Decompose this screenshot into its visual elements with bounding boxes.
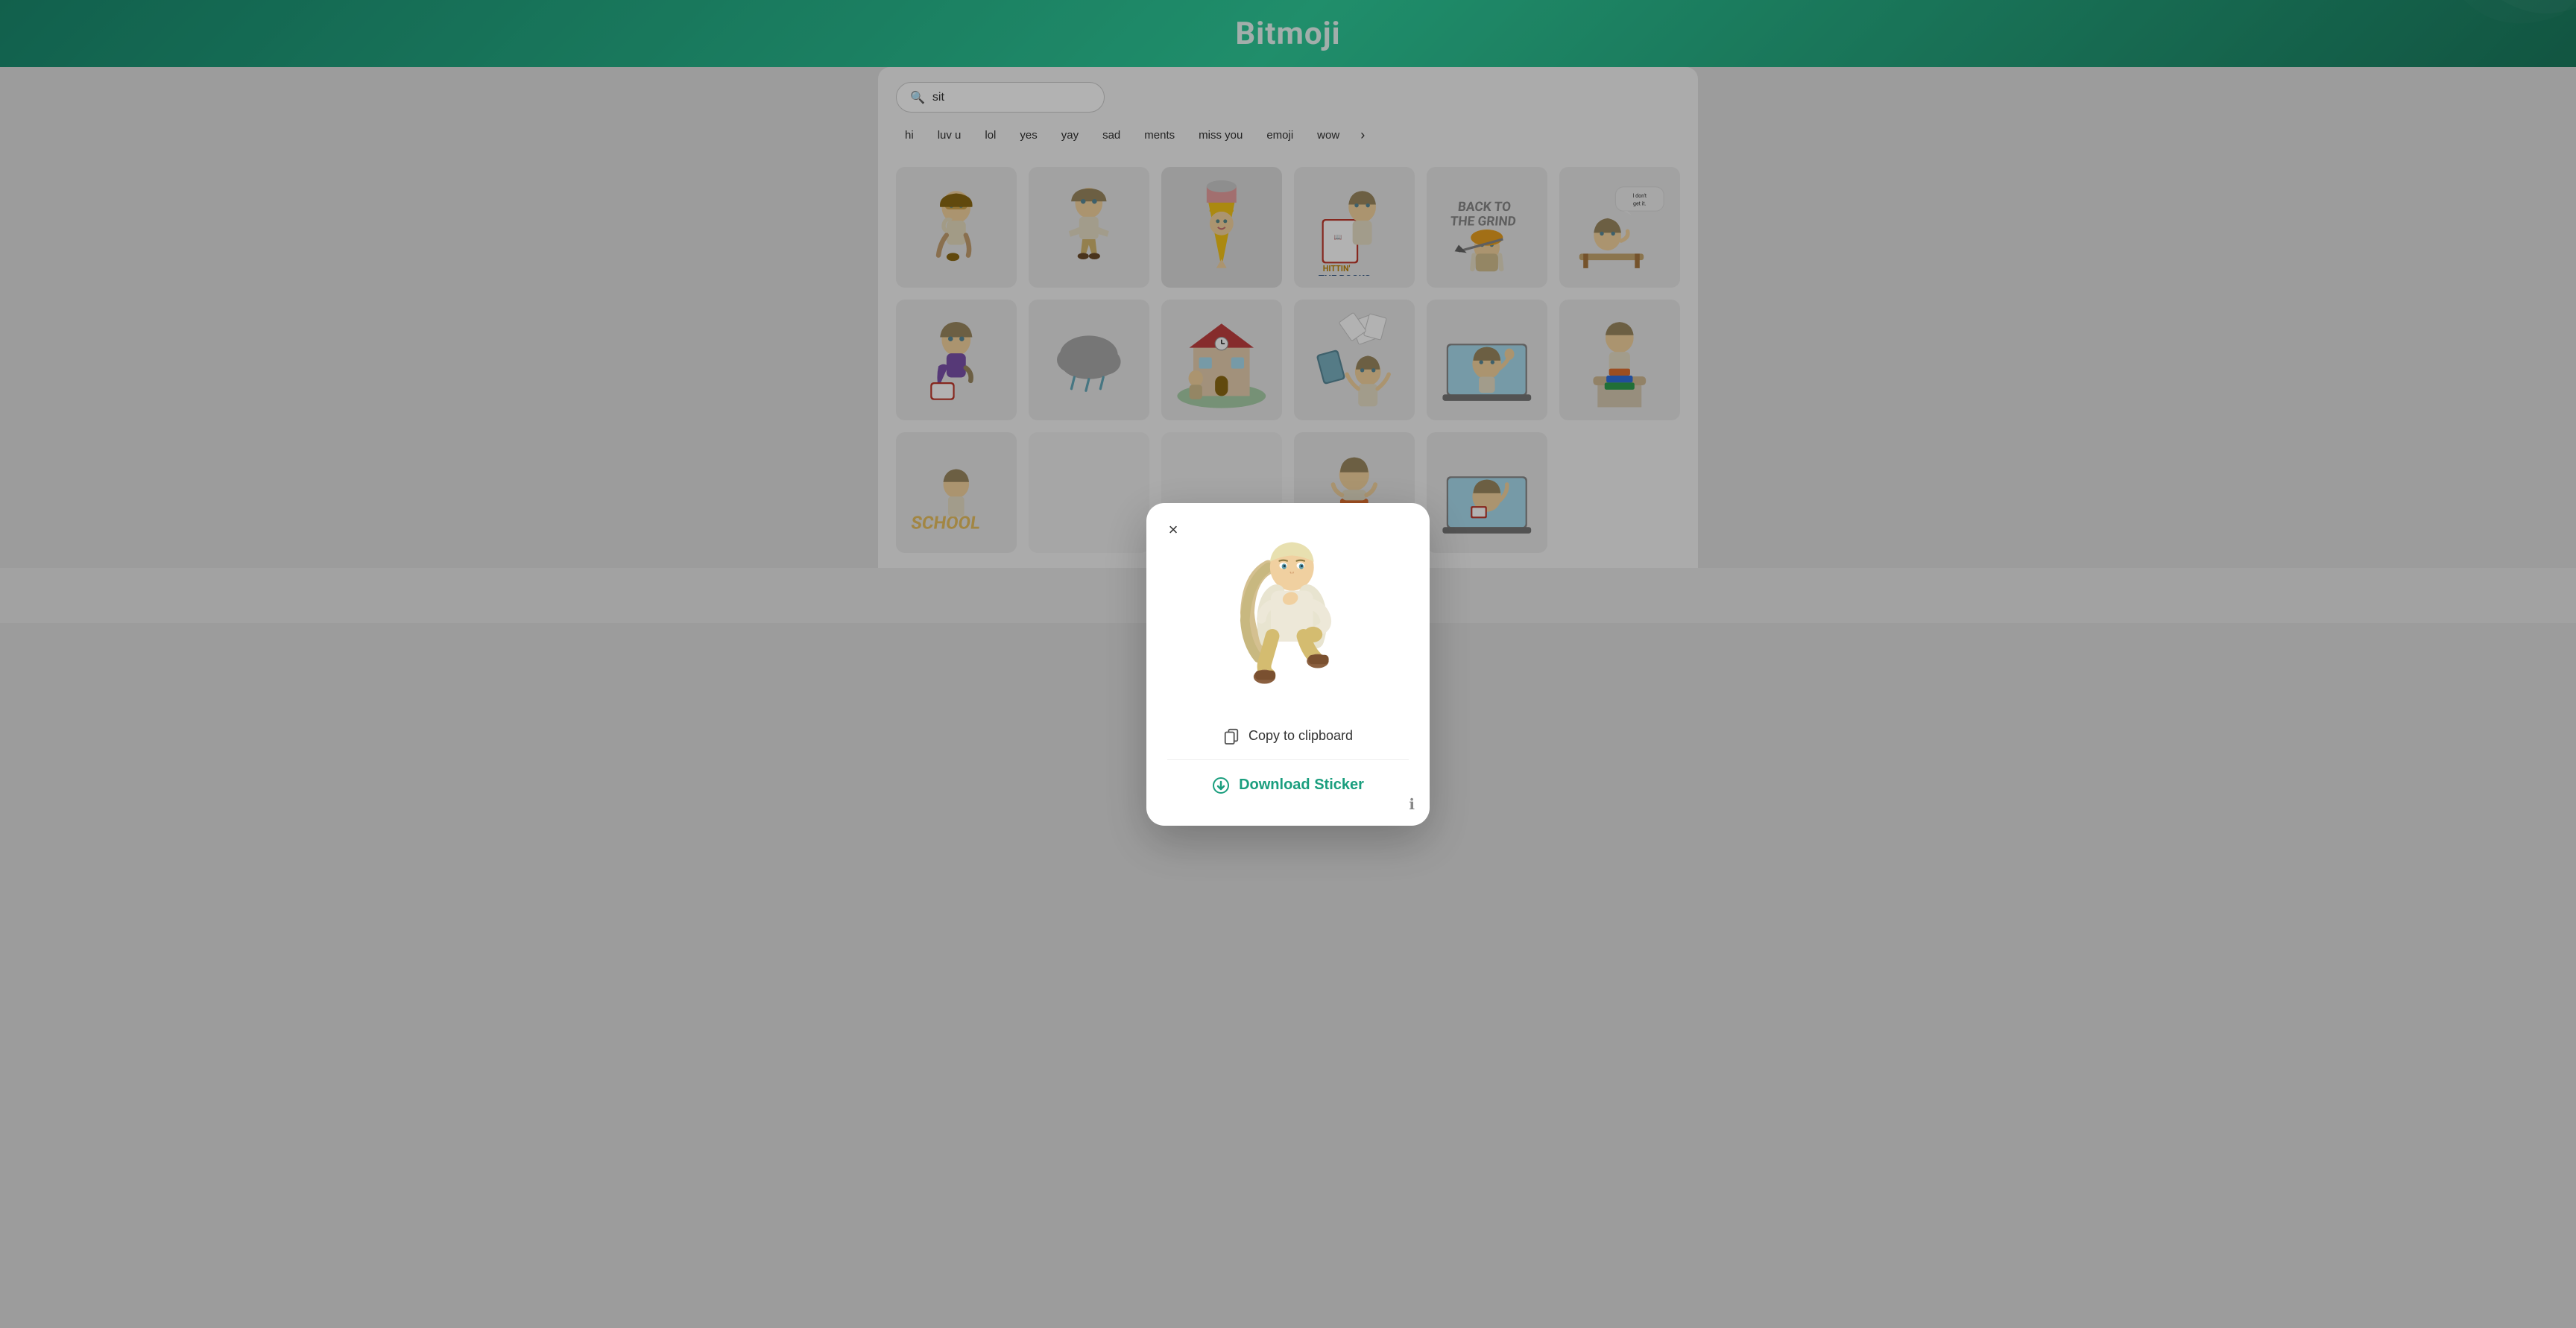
sticker-modal: × <box>1146 503 1430 826</box>
modal-actions: Copy to clipboard Download Sticker <box>1167 719 1409 805</box>
bitmoji-character-svg <box>1221 534 1355 691</box>
modal-close-button[interactable]: × <box>1161 518 1185 542</box>
modal-overlay[interactable]: × <box>0 0 2576 1328</box>
copy-label: Copy to clipboard <box>1248 728 1353 744</box>
info-button[interactable]: ℹ <box>1409 795 1415 814</box>
modal-divider <box>1167 759 1409 760</box>
modal-sticker-preview <box>1206 527 1370 698</box>
download-sticker-button[interactable]: Download Sticker <box>1167 766 1409 805</box>
download-label: Download Sticker <box>1239 777 1364 794</box>
download-icon <box>1212 777 1230 794</box>
clipboard-icon <box>1223 728 1240 744</box>
copy-to-clipboard-button[interactable]: Copy to clipboard <box>1167 719 1409 753</box>
